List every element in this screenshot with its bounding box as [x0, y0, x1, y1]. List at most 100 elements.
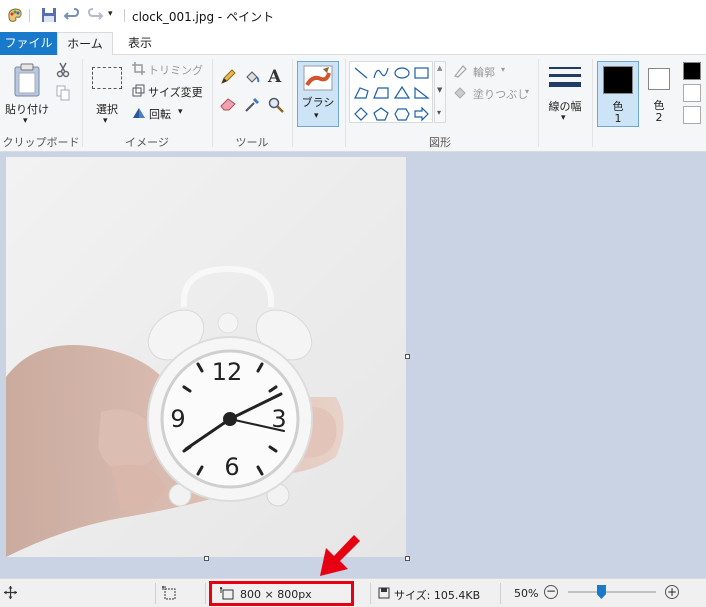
line-width-icon [549, 65, 581, 94]
svg-text:9: 9 [170, 405, 185, 433]
save-icon[interactable] [40, 6, 58, 24]
group-separator [592, 59, 593, 147]
line-shape-icon [354, 67, 368, 79]
outline-label: 輪郭 [473, 66, 495, 79]
zoom-in-icon[interactable]: + [665, 585, 679, 599]
image-dimensions-highlight: 800 × 800px [209, 581, 354, 606]
color1-number: 1 [614, 112, 622, 125]
color1-button[interactable]: 色 1 [597, 61, 639, 127]
magnifier-icon[interactable] [268, 97, 284, 116]
select-rect-icon [92, 67, 122, 89]
title-separator-2 [124, 9, 125, 22]
tab-home[interactable]: ホーム [57, 32, 113, 56]
ribbon-tabs: ファイル ホーム 表示 [0, 32, 706, 56]
undo-icon[interactable] [63, 6, 81, 24]
oval-shape-icon [394, 67, 410, 79]
zoom-slider[interactable] [568, 585, 658, 599]
color2-number: 2 [655, 111, 663, 124]
file-size: サイズ: 105.4KB [394, 589, 481, 602]
diamond-shape-icon [354, 107, 368, 121]
status-separator [500, 583, 501, 604]
paint-app-icon[interactable] [6, 6, 24, 24]
rotate-button[interactable]: 回転 ▾ [132, 105, 212, 121]
canvas-workspace[interactable]: 12 3 6 9 [0, 152, 706, 578]
size-label: 線の幅 [548, 100, 582, 113]
ribbon: 貼り付け ▾ クリップボード 選択 ▾ トリミング サイズ変更 回転 ▾ イメー… [0, 55, 706, 152]
select-button[interactable]: 選択 ▾ [86, 59, 128, 129]
resize-icon [132, 84, 145, 100]
tab-file[interactable]: ファイル [0, 32, 57, 55]
shapes-scroll-up-icon[interactable]: ▲ [437, 64, 442, 72]
text-tool-icon[interactable]: A [268, 67, 281, 87]
annotation-arrow-icon [320, 535, 360, 576]
color1-swatch [603, 66, 633, 94]
title-bar: ▾ clock_001.jpg - ペイント [0, 0, 706, 32]
resize-label: サイズ変更 [148, 86, 203, 99]
color2-swatch [648, 68, 670, 90]
resize-handle-right[interactable] [405, 354, 410, 359]
select-label: 選択 [96, 103, 118, 116]
zoom-out-icon[interactable]: − [544, 585, 558, 599]
color2-button[interactable]: 色 2 [643, 61, 675, 127]
brushes-dropdown-icon: ▾ [314, 111, 319, 121]
palette-swatch-empty[interactable] [683, 106, 701, 124]
paste-dropdown-icon: ▾ [23, 116, 28, 126]
resize-handle-corner[interactable] [405, 556, 410, 561]
brush-icon [303, 65, 333, 94]
polygon-shape-icon [354, 87, 369, 99]
zoom-level: 50% [514, 587, 539, 600]
rotate-label: 回転 [149, 108, 171, 121]
rectangle-shape-icon [414, 67, 429, 79]
group-separator [538, 59, 539, 147]
clipboard-group-label: クリップボード [2, 136, 80, 149]
shapes-gallery [349, 61, 433, 123]
select-dropdown-icon: ▾ [103, 116, 108, 126]
brushes-button[interactable]: ブラシ ▾ [297, 61, 339, 127]
size-button[interactable]: 線の幅 ▾ [543, 61, 587, 127]
title-separator [29, 9, 30, 22]
brushes-label: ブラシ [301, 96, 335, 109]
tab-view[interactable]: 表示 [115, 32, 165, 55]
palette-swatch-white[interactable] [683, 84, 701, 102]
outline-button[interactable]: 輪郭 ▾ [453, 63, 533, 79]
curve-shape-icon [373, 67, 389, 79]
fill-button[interactable]: 塗りつぶし ▾ [453, 85, 543, 101]
fill-dropdown-icon: ▾ [525, 87, 530, 96]
outline-icon [453, 63, 469, 81]
cut-icon[interactable] [56, 62, 70, 81]
shapes-scroll[interactable]: ▲ ▼ ▾ [434, 61, 446, 123]
image-group-label: イメージ [125, 136, 169, 149]
outline-dropdown-icon: ▾ [501, 65, 506, 74]
annotation-arrow-shape [320, 535, 360, 576]
svg-text:12: 12 [212, 358, 243, 386]
hexagon-shape-icon [394, 108, 410, 121]
right-triangle-shape-icon [414, 86, 430, 99]
group-separator [292, 59, 293, 147]
shapes-scroll-down-icon[interactable]: ▼ [437, 86, 442, 94]
crop-button[interactable]: トリミング [132, 61, 212, 77]
image-canvas[interactable]: 12 3 6 9 [6, 157, 406, 557]
clipboard-icon [12, 63, 42, 100]
resize-handle-bottom[interactable] [204, 556, 209, 561]
image-size-icon [219, 585, 234, 604]
paste-label: 貼り付け [5, 103, 49, 116]
palette-swatch-black[interactable] [683, 62, 701, 80]
resize-button[interactable]: サイズ変更 [132, 83, 212, 99]
window-title: clock_001.jpg - ペイント [132, 10, 275, 24]
paste-button[interactable]: 貼り付け ▾ [4, 59, 50, 129]
eraser-icon[interactable] [220, 97, 236, 114]
shapes-more-icon[interactable]: ▾ [437, 108, 441, 117]
redo-icon[interactable] [86, 6, 104, 24]
zoom-slider-thumb[interactable] [596, 585, 606, 599]
copy-icon[interactable] [56, 85, 70, 104]
fill-bucket-icon[interactable] [244, 69, 260, 88]
pencil-icon[interactable] [220, 69, 236, 88]
zoom-slider-track [568, 591, 656, 593]
file-size-icon [378, 587, 390, 602]
tools-group-label: ツール [235, 136, 269, 149]
pentagon-shape-icon [373, 107, 389, 121]
shapes-group-label: 図形 [429, 136, 451, 149]
color-picker-icon[interactable] [244, 97, 260, 116]
customize-quick-access-icon[interactable]: ▾ [108, 9, 113, 19]
rotate-dropdown-icon: ▾ [178, 107, 183, 117]
